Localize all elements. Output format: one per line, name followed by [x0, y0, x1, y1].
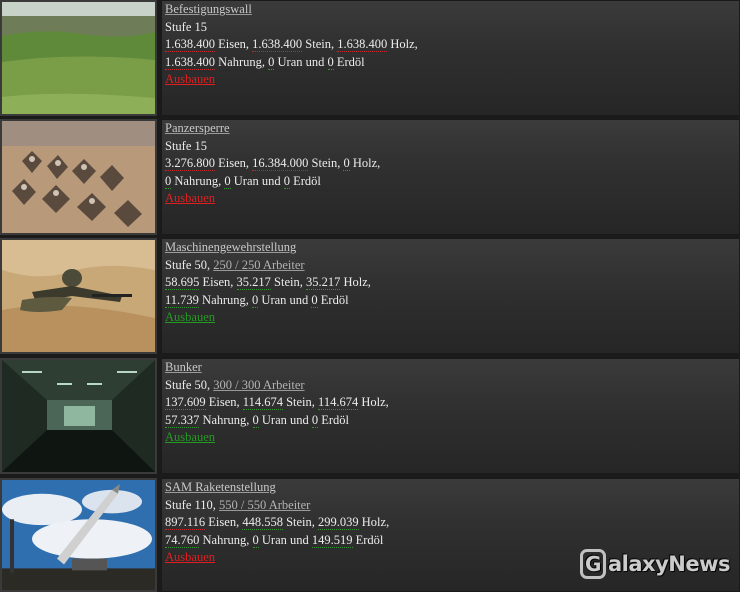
resource-line-1: 1.638.400 Eisen, 1.638.400 Stein, 1.638.…: [165, 37, 418, 52]
building-name-link[interactable]: Bunker: [165, 360, 202, 374]
resource-stein: 1.638.400: [252, 37, 303, 52]
resource-line-1: 137.609 Eisen, 114.674 Stein, 114.674 Ho…: [165, 395, 389, 410]
resource-line-2: 11.739 Nahrung, 0 Uran und 0 Erdöl: [165, 292, 349, 308]
resource-holz: 1.638.400: [337, 37, 388, 52]
upgrade-button[interactable]: Ausbauen: [165, 191, 215, 205]
resource-line-1: 897.116 Eisen, 448.558 Stein, 299.039 Ho…: [165, 515, 390, 530]
building-level: Stufe 15: [165, 138, 208, 153]
resource-nahrung: 1.638.400: [165, 54, 215, 70]
resource-stein: 448.558: [242, 515, 283, 530]
resource-holz: 299.039: [318, 515, 359, 530]
building-row-maschinengewehrstellung: Maschinengewehrstellung Stufe 50, 250 / …: [0, 238, 740, 354]
upgrade-button[interactable]: Ausbauen: [165, 550, 215, 564]
upgrade-button[interactable]: Ausbauen: [165, 430, 215, 444]
galaxynews-watermark-logo: GalaxyNews: [580, 546, 731, 582]
resource-holz: 114.674: [318, 395, 359, 410]
building-image-maschinengewehrstellung: [0, 238, 157, 354]
resource-eisen: 1.638.400: [165, 37, 215, 52]
resource-line-2: 57.337 Nahrung, 0 Uran und 0 Erdöl: [165, 412, 350, 428]
resource-holz: 35.217: [305, 275, 341, 290]
resource-nahrung: 11.739: [165, 292, 199, 308]
building-name-link[interactable]: Maschinengewehrstellung: [165, 240, 296, 254]
resource-nahrung: 74.760: [165, 532, 200, 548]
building-row-befestigungswall: Befestigungswall Stufe 15 1.638.400 Eise…: [0, 0, 740, 116]
resource-eisen: 137.609: [165, 395, 206, 410]
building-name-link[interactable]: SAM Raketenstellung: [165, 480, 276, 494]
resource-stein: 16.384.000: [252, 156, 309, 171]
resource-eisen: 3.276.800: [165, 156, 215, 171]
resource-eisen: 897.116: [165, 515, 206, 530]
resource-erdoel: 149.519: [311, 532, 353, 548]
building-info-maschinengewehrstellung: Maschinengewehrstellung Stufe 50, 250 / …: [161, 238, 740, 354]
building-row-bunker: Bunker Stufe 50, 300 / 300 Arbeiter 137.…: [0, 358, 740, 474]
building-image-panzersperre: [0, 119, 157, 235]
upgrade-button[interactable]: Ausbauen: [165, 310, 215, 324]
workers-link[interactable]: 550 / 550 Arbeiter: [219, 498, 310, 512]
upgrade-button[interactable]: Ausbauen: [165, 72, 215, 86]
building-row-panzersperre: Panzersperre Stufe 15 3.276.800 Eisen, 1…: [0, 119, 740, 235]
resource-eisen: 58.695: [165, 275, 200, 290]
workers-link[interactable]: 300 / 300 Arbeiter: [213, 378, 304, 392]
building-name-link[interactable]: Befestigungswall: [165, 2, 252, 16]
resource-nahrung: 57.337: [165, 412, 200, 428]
building-info-befestigungswall: Befestigungswall Stufe 15 1.638.400 Eise…: [161, 0, 740, 116]
resource-line-2: 1.638.400 Nahrung, 0 Uran und 0 Erdöl: [165, 54, 365, 70]
resource-line-1: 3.276.800 Eisen, 16.384.000 Stein, 0 Hol…: [165, 156, 381, 171]
resource-line-1: 58.695 Eisen, 35.217 Stein, 35.217 Holz,: [165, 275, 371, 290]
resource-line-2: 0 Nahrung, 0 Uran und 0 Erdöl: [165, 173, 321, 189]
resource-stein: 35.217: [236, 275, 271, 290]
building-info-panzersperre: Panzersperre Stufe 15 3.276.800 Eisen, 1…: [161, 119, 740, 235]
building-image-befestigungswall: [0, 0, 157, 116]
building-info-bunker: Bunker Stufe 50, 300 / 300 Arbeiter 137.…: [161, 358, 740, 474]
building-level: Stufe 50, 300 / 300 Arbeiter: [165, 377, 305, 392]
building-image-sam-raketenstellung: [0, 478, 157, 592]
building-name-link[interactable]: Panzersperre: [165, 121, 230, 135]
resource-stein: 114.674: [242, 395, 283, 410]
building-level: Stufe 15: [165, 19, 208, 34]
g-logo-icon: G: [580, 549, 606, 579]
workers-link[interactable]: 250 / 250 Arbeiter: [213, 258, 304, 272]
building-level: Stufe 50, 250 / 250 Arbeiter: [165, 257, 305, 272]
building-image-bunker: [0, 358, 157, 474]
building-level: Stufe 110, 550 / 550 Arbeiter: [165, 497, 311, 512]
